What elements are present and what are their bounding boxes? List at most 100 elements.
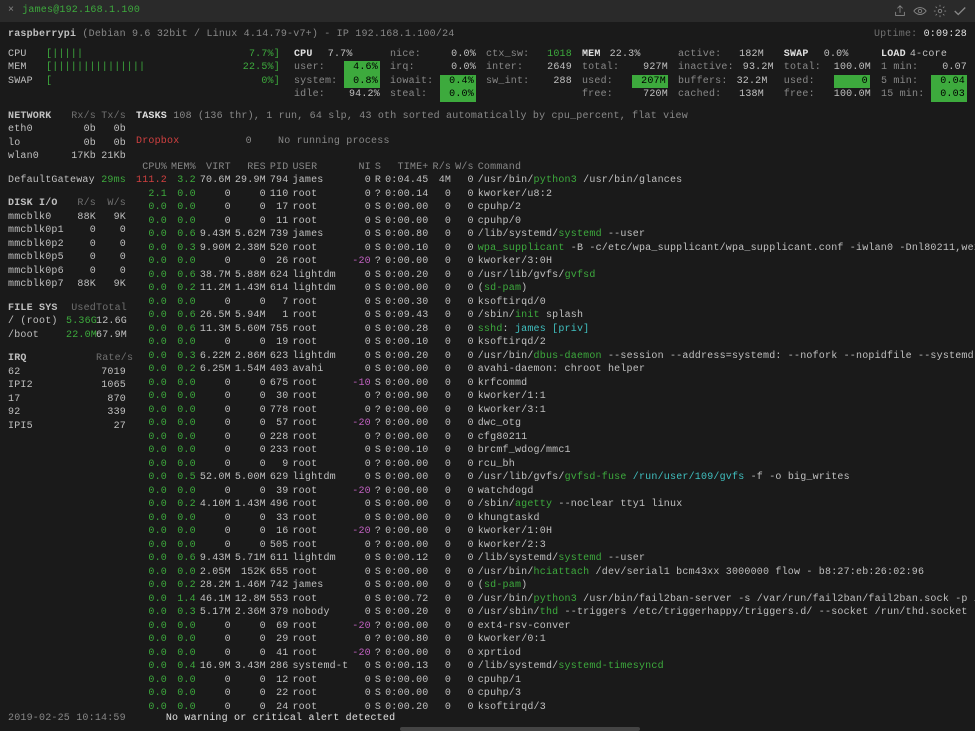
mem-free-v: 720M: [632, 88, 668, 102]
mem-cac-k: cached:: [678, 88, 724, 102]
mem-ina-k: inactive:: [678, 61, 734, 75]
proc-header[interactable]: CPU%: [136, 161, 171, 175]
close-icon[interactable]: ×: [8, 4, 14, 18]
proc-header[interactable]: S: [375, 161, 385, 175]
irq-row: 17870: [8, 393, 126, 407]
process-row[interactable]: 0.0 0.0 0 0 7 root 0 S 0:00.30 0 0 ksoft…: [136, 296, 975, 310]
inter-v: 2649: [536, 61, 572, 75]
eye-icon[interactable]: [913, 4, 927, 18]
mem-ina-v: 93.2M: [738, 61, 774, 75]
process-row[interactable]: 0.0 0.3 6.22M 2.86M 623 lightdm 0 S 0:00…: [136, 350, 975, 364]
proc-header[interactable]: MEM%: [171, 161, 200, 175]
stats-panel: CPU7.7% user:4.6% system:0.8% idle:94.2%…: [294, 48, 967, 102]
proc-header[interactable]: NI: [352, 161, 375, 175]
process-row[interactable]: 0.0 0.4 16.9M 3.43M 286 systemd-t 0 S 0:…: [136, 660, 975, 674]
mem-bar-label: MEM: [8, 61, 46, 75]
disk-row: mmcblk0p200: [8, 238, 126, 252]
process-row[interactable]: 0.0 0.0 0 0 233 root 0 S 0:00.10 0 0 brc…: [136, 444, 975, 458]
proc-header[interactable]: TIME+: [385, 161, 432, 175]
disk-row: mmcblk0p600: [8, 265, 126, 279]
mem-title: MEM: [582, 48, 601, 62]
process-row[interactable]: 0.0 0.0 0 0 778 root 0 ? 0:00.00 0 0 kwo…: [136, 404, 975, 418]
proc-header[interactable]: Command: [478, 161, 975, 175]
process-row[interactable]: 0.0 0.0 0 0 57 root -20 ? 0:00.00 0 0 dw…: [136, 417, 975, 431]
process-row[interactable]: 0.0 0.2 4.10M 1.43M 496 root 0 S 0:00.00…: [136, 498, 975, 512]
cpu-bar: [|||||: [46, 48, 232, 62]
load5-v: 0.04: [931, 75, 967, 89]
footer: 2019-02-25 10:14:59 No warning or critic…: [8, 712, 967, 726]
process-row[interactable]: 0.0 0.0 0 0 9 root 0 ? 0:00.00 0 0 rcu_b…: [136, 458, 975, 472]
process-row[interactable]: 0.0 0.0 0 0 39 root -20 ? 0:00.00 0 0 wa…: [136, 485, 975, 499]
load-core: 4-core: [910, 48, 947, 62]
horizontal-scrollbar[interactable]: [400, 727, 640, 731]
process-row[interactable]: 0.0 0.0 0 0 29 root 0 ? 0:00.80 0 0 kwor…: [136, 633, 975, 647]
process-row[interactable]: 2.1 0.0 0 0 110 root 0 ? 0:00.14 0 0 kwo…: [136, 188, 975, 202]
process-row[interactable]: 0.0 0.0 2.05M 152K 655 root 0 S 0:00.00 …: [136, 566, 975, 580]
process-row[interactable]: 0.0 0.0 0 0 11 root 0 S 0:00.00 0 0 cpuh…: [136, 215, 975, 229]
gear-icon[interactable]: [933, 4, 947, 18]
process-row[interactable]: 0.0 0.0 0 0 675 root -10 S 0:00.00 0 0 k…: [136, 377, 975, 391]
load-title: LOAD: [881, 48, 906, 62]
host-line: raspberrypi (Debian 9.6 32bit / Linux 4.…: [8, 28, 967, 42]
load15-v: 0.03: [931, 88, 967, 102]
swap-used-k: used:: [784, 75, 830, 89]
hostname: raspberrypi: [8, 29, 76, 40]
irq-row: IPI527: [8, 420, 126, 434]
share-icon[interactable]: [893, 4, 907, 18]
process-row[interactable]: 0.0 0.0 0 0 41 root -20 ? 0:00.00 0 0 xp…: [136, 647, 975, 661]
load5-k: 5 min:: [881, 75, 927, 89]
proc-header[interactable]: R/s: [433, 161, 456, 175]
process-row[interactable]: 0.0 0.0 0 0 505 root 0 ? 0:00.00 0 0 kwo…: [136, 539, 975, 553]
process-row[interactable]: 0.0 0.6 9.43M 5.62M 739 james 0 S 0:00.8…: [136, 228, 975, 242]
process-row[interactable]: 0.0 0.0 0 0 69 root -20 ? 0:00.00 0 0 ex…: [136, 620, 975, 634]
irq-r-h: Rate/s: [96, 352, 126, 366]
cpu-sys-k: system:: [294, 75, 340, 89]
left-sidebar: NETWORKRx/sTx/s eth00b0blo0b0bwlan017Kb2…: [8, 110, 126, 715]
swap-bar: [: [46, 75, 232, 89]
process-table[interactable]: CPU%MEM%VIRTRESPIDUSERNISTIME+R/sW/sComm…: [136, 161, 975, 715]
cpu-user-k: user:: [294, 61, 340, 75]
dropbox-label: Dropbox: [136, 136, 179, 147]
mem-free-k: free:: [582, 88, 628, 102]
window-title: james@192.168.1.100: [22, 4, 140, 18]
check-icon[interactable]: [953, 4, 967, 18]
process-row[interactable]: 0.0 0.0 0 0 19 root 0 S 0:00.10 0 0 ksof…: [136, 336, 975, 350]
process-row[interactable]: 0.0 0.5 52.0M 5.00M 629 lightdm 0 S 0:00…: [136, 471, 975, 485]
fs-row: /boot22.0M67.9M: [8, 329, 126, 343]
process-row[interactable]: 0.0 0.2 6.25M 1.54M 403 avahi 0 S 0:00.0…: [136, 363, 975, 377]
process-row[interactable]: 0.0 0.0 0 0 26 root -20 ? 0:00.00 0 0 kw…: [136, 255, 975, 269]
process-row[interactable]: 0.0 0.0 0 0 228 root 0 ? 0:00.00 0 0 cfg…: [136, 431, 975, 445]
cpu-steal-k: steal:: [390, 88, 436, 102]
proc-header[interactable]: VIRT: [200, 161, 235, 175]
proc-header[interactable]: PID: [270, 161, 293, 175]
process-row[interactable]: 0.0 0.3 5.17M 2.36M 379 nobody 0 S 0:00.…: [136, 606, 975, 620]
proc-header[interactable]: USER: [292, 161, 352, 175]
tasks-text: 108 (136 thr), 1 run, 64 slp, 43 oth sor…: [173, 111, 688, 122]
footer-timestamp: 2019-02-25 10:14:59: [8, 712, 126, 726]
process-row[interactable]: 0.0 0.6 38.7M 5.88M 624 lightdm 0 S 0:00…: [136, 269, 975, 283]
process-row[interactable]: 0.0 0.0 0 0 22 root 0 S 0:00.00 0 0 cpuh…: [136, 687, 975, 701]
load1-v: 0.07: [931, 61, 967, 75]
proc-header[interactable]: RES: [235, 161, 270, 175]
fs-u-h: Used: [66, 302, 96, 316]
process-row[interactable]: 0.0 0.0 0 0 12 root 0 S 0:00.00 0 0 cpuh…: [136, 674, 975, 688]
process-row[interactable]: 0.0 0.0 0 0 33 root 0 S 0:00.00 0 0 khun…: [136, 512, 975, 526]
process-row[interactable]: 0.0 1.4 46.1M 12.8M 553 root 0 S 0:00.72…: [136, 593, 975, 607]
swint-v: 288: [536, 75, 572, 89]
process-row[interactable]: 0.0 0.6 26.5M 5.94M 1 root 0 S 0:09.43 0…: [136, 309, 975, 323]
process-row[interactable]: 0.0 0.6 9.43M 5.71M 611 lightdm 0 S 0:00…: [136, 552, 975, 566]
disk-row: mmcblk0p788K9K: [8, 278, 126, 292]
process-row[interactable]: 0.0 0.3 9.90M 2.38M 520 root 0 S 0:00.10…: [136, 242, 975, 256]
load15-k: 15 min:: [881, 88, 927, 102]
process-row[interactable]: 111.2 3.2 70.6M 29.9M 794 james 0 R 0:04…: [136, 174, 975, 188]
cpu-steal-v: 0.0%: [440, 88, 476, 102]
process-row[interactable]: 0.0 0.0 0 0 16 root -20 ? 0:00.00 0 0 kw…: [136, 525, 975, 539]
process-row[interactable]: 0.0 0.2 11.2M 1.43M 614 lightdm 0 S 0:00…: [136, 282, 975, 296]
cpu-sys-v: 0.8%: [344, 75, 380, 89]
process-row[interactable]: 0.0 0.6 11.3M 5.60M 755 root 0 S 0:00.28…: [136, 323, 975, 337]
process-row[interactable]: 0.0 0.0 0 0 17 root 0 S 0:00.00 0 0 cpuh…: [136, 201, 975, 215]
disk-row: mmcblk088K9K: [8, 211, 126, 225]
process-row[interactable]: 0.0 0.0 0 0 30 root 0 ? 0:00.90 0 0 kwor…: [136, 390, 975, 404]
proc-header[interactable]: W/s: [455, 161, 478, 175]
process-row[interactable]: 0.0 0.2 28.2M 1.46M 742 james 0 S 0:00.0…: [136, 579, 975, 593]
